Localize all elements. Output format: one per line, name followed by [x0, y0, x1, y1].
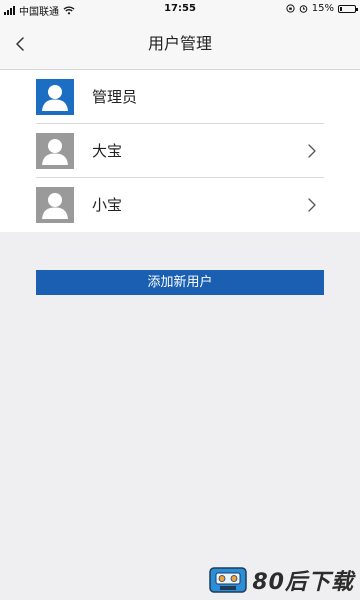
orientation-lock-icon — [286, 4, 295, 13]
status-right: 15% — [286, 3, 358, 14]
chevron-right-icon — [308, 144, 316, 158]
watermark-text: 80后下载 — [252, 570, 354, 595]
status-bar: 中国联通 17:55 15% — [0, 0, 360, 18]
user-avatar-icon — [36, 133, 74, 169]
avatar — [36, 79, 74, 115]
user-name: 管理员 — [92, 88, 138, 106]
user-list: 管理员 大宝 小宝 — [0, 70, 360, 232]
watermark: 80后下载 — [208, 564, 354, 596]
back-button[interactable] — [8, 32, 32, 56]
user-row-admin[interactable]: 管理员 — [36, 70, 324, 124]
user-row-xiaobao[interactable]: 小宝 — [36, 178, 324, 232]
user-name: 小宝 — [92, 196, 123, 214]
user-name: 大宝 — [92, 142, 123, 160]
avatar — [36, 133, 74, 169]
chevron-right-icon — [308, 198, 316, 212]
nav-bar: 用户管理 — [0, 18, 360, 70]
user-avatar-icon — [36, 187, 74, 223]
alarm-icon — [299, 5, 308, 13]
battery-level — [340, 6, 342, 11]
user-avatar-icon — [36, 79, 74, 115]
avatar — [36, 187, 74, 223]
battery-icon — [338, 4, 358, 13]
battery-percent: 15% — [311, 3, 334, 14]
cassette-logo-icon — [209, 567, 248, 593]
add-user-button[interactable]: 添加新用户 — [36, 270, 324, 295]
user-row-dabao[interactable]: 大宝 — [36, 124, 324, 178]
chevron-left-icon — [16, 37, 24, 51]
page-title: 用户管理 — [147, 34, 212, 53]
